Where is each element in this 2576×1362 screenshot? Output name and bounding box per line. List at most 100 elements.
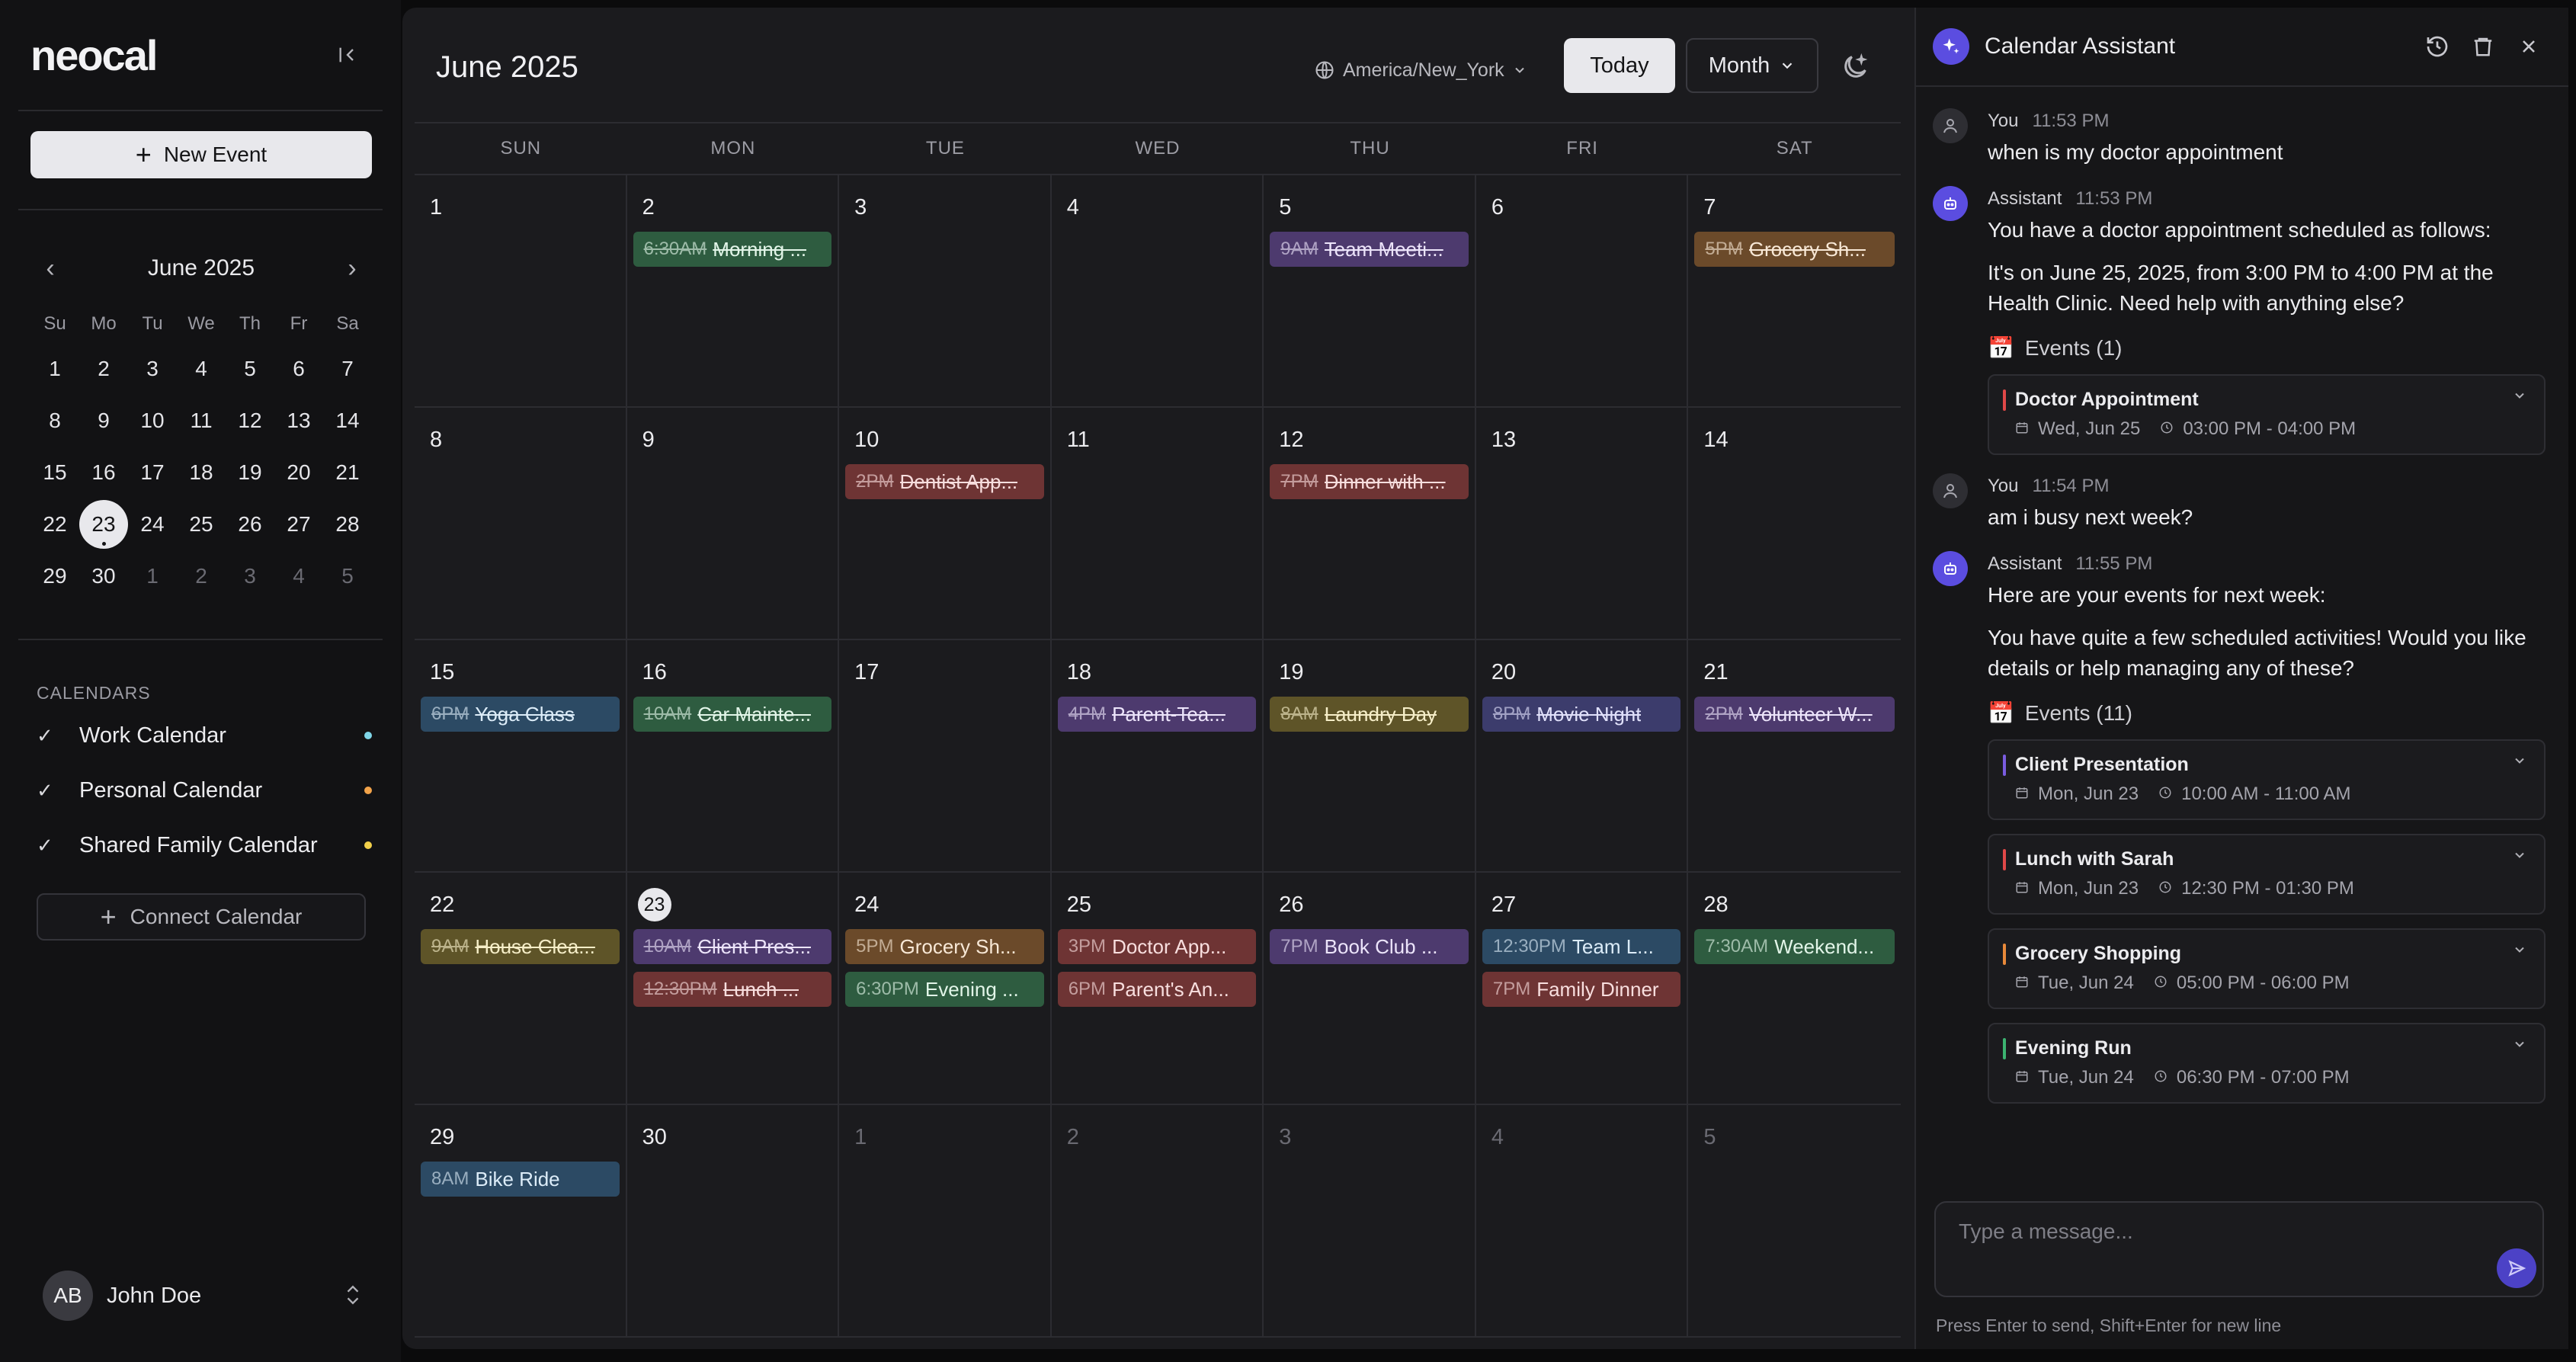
day-cell[interactable]: 18 4PM Parent-Tea... [1051, 640, 1264, 873]
mini-day[interactable]: 4 [274, 550, 323, 602]
day-cell[interactable]: 24 5PM Grocery Sh... 6:30PM Evening ... [839, 873, 1052, 1105]
mini-day[interactable]: 14 [323, 395, 372, 447]
mini-day[interactable]: 18 [177, 447, 226, 498]
mini-day[interactable]: 19 [226, 447, 274, 498]
day-cell[interactable]: 1 [415, 175, 627, 408]
mini-day[interactable]: 1 [30, 343, 79, 395]
day-cell[interactable]: 19 8AM Laundry Day [1264, 640, 1476, 873]
event-card[interactable]: Doctor Appointment Wed, Jun 25 03:00 PM - … [1988, 374, 2546, 455]
calendar-toggle-item[interactable]: ✓ Shared Family Calendar [37, 823, 372, 867]
mini-next-month-button[interactable]: › [332, 248, 372, 288]
mini-day[interactable]: 5 [226, 343, 274, 395]
clear-chat-button[interactable] [2460, 24, 2506, 69]
day-cell[interactable]: 26 7PM Book Club ... [1264, 873, 1476, 1105]
event-chip[interactable]: 8AM Bike Ride [421, 1162, 620, 1197]
day-cell[interactable]: 15 6PM Yoga Class [415, 640, 627, 873]
mini-day[interactable]: 22 [30, 498, 79, 550]
day-cell[interactable]: 25 3PM Doctor App... 6PM Parent's An... [1051, 873, 1264, 1105]
day-cell[interactable]: 20 8PM Movie Night [1475, 640, 1689, 873]
mini-day[interactable]: 10 [128, 395, 177, 447]
send-button[interactable] [2497, 1248, 2536, 1288]
day-cell[interactable]: 2 [1051, 1105, 1264, 1338]
message-input[interactable] [1959, 1219, 2462, 1265]
mini-day[interactable]: 30 [79, 550, 128, 602]
mini-day[interactable]: 26 [226, 498, 274, 550]
day-cell[interactable]: 3 [839, 175, 1052, 408]
event-card[interactable]: Grocery Shopping Tue, Jun 24 05:00 PM - 06… [1988, 928, 2546, 1009]
event-chip[interactable]: 7PM Book Club ... [1270, 929, 1469, 964]
mini-day[interactable]: 7 [323, 343, 372, 395]
day-cell[interactable]: 4 [1475, 1105, 1689, 1338]
event-chip[interactable]: 9AM House Clea... [421, 929, 620, 964]
mini-day[interactable]: 5 [323, 550, 372, 602]
day-cell[interactable]: 5 [1688, 1105, 1901, 1338]
event-chip[interactable]: 5PM Grocery Sh... [1694, 232, 1895, 267]
today-button[interactable]: Today [1564, 38, 1675, 93]
event-chip[interactable]: 6PM Yoga Class [421, 697, 620, 732]
mini-day[interactable]: 3 [226, 550, 274, 602]
day-cell[interactable]: 10 2PM Dentist App... [839, 408, 1052, 640]
connect-calendar-button[interactable]: + Connect Calendar [37, 893, 366, 941]
mini-day[interactable]: 24 [128, 498, 177, 550]
day-cell[interactable]: 1 [839, 1105, 1052, 1338]
day-cell[interactable]: 27 12:30PM Team L... 7PM Family Dinner [1475, 873, 1689, 1105]
mini-day[interactable]: 2 [79, 343, 128, 395]
day-cell[interactable]: 8 [415, 408, 627, 640]
mini-day[interactable]: 4 [177, 343, 226, 395]
day-cell[interactable]: 11 [1051, 408, 1264, 640]
event-card[interactable]: Client Presentation Mon, Jun 23 10:00 AM -… [1988, 739, 2546, 820]
calendar-toggle-item[interactable]: ✓ Work Calendar [37, 713, 372, 758]
event-chip[interactable]: 7:30AM Weekend... [1694, 929, 1895, 964]
event-chip[interactable]: 6:30PM Evening ... [845, 972, 1044, 1007]
event-card[interactable]: Evening Run Tue, Jun 24 06:30 PM - 07:00 P… [1988, 1023, 2546, 1104]
history-button[interactable] [2414, 24, 2460, 69]
mini-day[interactable]: 9 [79, 395, 128, 447]
mini-day[interactable]: 6 [274, 343, 323, 395]
mini-day[interactable]: 2 [177, 550, 226, 602]
event-chip[interactable]: 7PM Dinner with ... [1270, 464, 1469, 499]
day-cell[interactable]: 29 8AM Bike Ride [415, 1105, 627, 1338]
mini-day[interactable]: 8 [30, 395, 79, 447]
event-chip[interactable]: 2PM Volunteer W... [1694, 697, 1895, 732]
event-chip[interactable]: 4PM Parent-Tea... [1057, 697, 1257, 732]
mini-day[interactable]: 27 [274, 498, 323, 550]
collapse-sidebar-button[interactable] [332, 40, 363, 70]
day-cell[interactable]: 21 2PM Volunteer W... [1688, 640, 1901, 873]
theme-toggle-button[interactable] [1837, 49, 1873, 85]
message-list[interactable]: You 11:53 PM when is my doctor appointment… [1916, 87, 2568, 1184]
event-chip[interactable]: 10AM Car Mainte... [633, 697, 832, 732]
mini-day[interactable]: 21 [323, 447, 372, 498]
event-chip[interactable]: 12:30PM Team L... [1482, 929, 1681, 964]
mini-day[interactable]: 11 [177, 395, 226, 447]
mini-day[interactable]: 20 [274, 447, 323, 498]
event-chip[interactable]: 3PM Doctor App... [1057, 929, 1257, 964]
day-cell[interactable]: 2 6:30AM Morning ... [626, 175, 840, 408]
mini-day[interactable]: 17 [128, 447, 177, 498]
mini-day[interactable]: 28 [323, 498, 372, 550]
close-assistant-button[interactable] [2506, 24, 2552, 69]
mini-day[interactable]: 25 [177, 498, 226, 550]
new-event-button[interactable]: + New Event [30, 131, 372, 178]
day-cell[interactable]: 16 10AM Car Mainte... [626, 640, 840, 873]
mini-prev-month-button[interactable]: ‹ [30, 248, 70, 288]
event-chip[interactable]: 2PM Dentist App... [845, 464, 1044, 499]
view-selector[interactable]: Month [1686, 38, 1818, 93]
event-chip[interactable]: 10AM Client Pres... [633, 929, 832, 964]
mini-day[interactable]: 12 [226, 395, 274, 447]
day-cell[interactable]: 14 [1688, 408, 1901, 640]
event-chip[interactable]: 7PM Family Dinner [1482, 972, 1681, 1007]
day-cell[interactable]: 13 [1475, 408, 1689, 640]
mini-day[interactable]: 13 [274, 395, 323, 447]
day-cell[interactable]: 5 9AM Team Meeti... [1264, 175, 1476, 408]
event-chip[interactable]: 8PM Movie Night [1482, 697, 1681, 732]
event-chip[interactable]: 6PM Parent's An... [1057, 972, 1257, 1007]
day-cell[interactable]: 3 [1264, 1105, 1476, 1338]
day-cell[interactable]: 4 [1051, 175, 1264, 408]
mini-day[interactable]: 15 [30, 447, 79, 498]
day-cell[interactable]: 22 9AM House Clea... [415, 873, 627, 1105]
event-chip[interactable]: 8AM Laundry Day [1270, 697, 1469, 732]
day-cell[interactable]: 7 5PM Grocery Sh... [1688, 175, 1901, 408]
mini-day[interactable]: 3 [128, 343, 177, 395]
event-card[interactable]: Lunch with Sarah Mon, Jun 23 12:30 PM - 01… [1988, 834, 2546, 915]
day-cell[interactable]: 9 [626, 408, 840, 640]
